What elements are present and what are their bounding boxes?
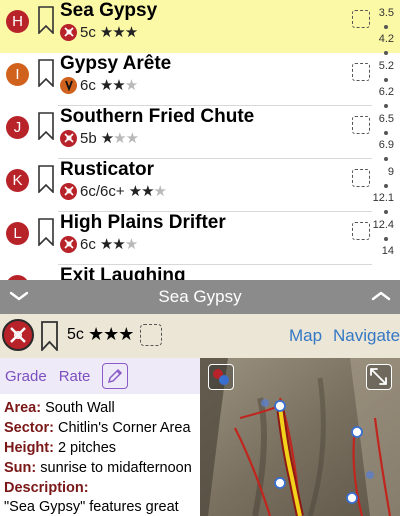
action-bar: Grade Rate [0, 358, 200, 394]
route-row-high-plains-drifter[interactable]: L High Plains Drifter 6c ★★★ [0, 212, 372, 265]
height-label: Height: [4, 440, 54, 456]
height-value: 2 pitches [57, 440, 117, 456]
route-grade: 5c [80, 23, 96, 41]
bookmark-icon[interactable] [38, 165, 54, 193]
trad-route-icon [60, 23, 77, 41]
bookmark-icon[interactable] [38, 112, 54, 140]
route-row-southern-fried-chute[interactable]: J Southern Fried Chute 5b ★★★ [0, 106, 372, 159]
route-grade: 5b [80, 129, 97, 147]
description-label: Description: [4, 480, 89, 496]
bookmark-icon[interactable] [41, 321, 58, 351]
height-field: Height: 2 pitches [0, 438, 200, 458]
sun-field: Sun: sunrise to midafternoon [0, 458, 200, 478]
description-text: "Sea Gypsy" features great climbing and … [4, 499, 179, 515]
index-dot [384, 237, 388, 241]
index-label: 5.2 [378, 60, 394, 72]
route-row-gypsy-arete[interactable]: I Gypsy Arête 6c ★★★ [0, 53, 372, 106]
tick-checkbox[interactable] [140, 324, 162, 346]
expand-icon[interactable] [366, 364, 392, 390]
description-field: Description: [0, 478, 200, 498]
panel-title-bar: Sea Gypsy [0, 280, 400, 314]
index-dot [384, 210, 388, 214]
route-list: H Sea Gypsy 5c ★★★ I Gypsy Arête 6c ★★★ … [0, 0, 400, 280]
route-letter-badge: L [6, 222, 29, 245]
index-label: 12.1 [372, 192, 394, 204]
route-topo-photo[interactable] [200, 358, 400, 516]
index-label: 6.2 [378, 86, 394, 98]
sector-label: Sector: [4, 420, 54, 436]
navigate-link[interactable]: Navigate [333, 326, 400, 346]
sport-route-icon [60, 76, 77, 94]
tick-checkbox[interactable] [352, 169, 370, 187]
index-dot [384, 184, 388, 188]
index-label: 6.9 [378, 139, 394, 151]
route-info: Grade Rate Area: South Wall Sector: Chit… [0, 358, 200, 516]
index-dot [384, 157, 388, 161]
index-label: 3.5 [378, 7, 394, 19]
bookmark-icon[interactable] [38, 218, 54, 246]
star-rating: ★★★ [99, 24, 138, 41]
bookmark-icon[interactable] [38, 6, 54, 34]
index-dot [384, 25, 388, 29]
index-label: 14 [381, 245, 394, 257]
route-letter-badge: J [6, 116, 29, 139]
sun-value: sunrise to midafternoon [40, 460, 192, 476]
trad-route-icon [60, 182, 77, 200]
route-grade: 5c [67, 326, 84, 343]
route-grade: 6c [80, 76, 96, 94]
index-label: 9 [387, 166, 394, 178]
star-rating: ★★★ [88, 324, 134, 344]
sector-value[interactable]: Chitlin's Corner Area [58, 420, 191, 436]
star-rating: ★★★ [99, 77, 138, 94]
index-dot [384, 104, 388, 108]
area-label: Area: [4, 400, 42, 416]
route-letter-badge: I [6, 63, 29, 86]
route-row-exit-laughing[interactable]: Exit Laughing [0, 265, 372, 280]
sun-label: Sun: [4, 460, 37, 476]
bookmark-icon[interactable] [38, 59, 54, 87]
trad-route-icon [60, 129, 77, 147]
distance-index[interactable]: 3.5 4.2 5.2 6.2 6.5 6.9 9 12.1 12.4 14 [372, 0, 400, 280]
star-rating: ★★★ [99, 236, 138, 253]
trad-route-icon [60, 235, 77, 253]
index-label: 12.4 [372, 219, 394, 231]
route-row-sea-gypsy[interactable]: H Sea Gypsy 5c ★★★ [0, 0, 400, 53]
index-dot [384, 78, 388, 82]
route-name: Exit Laughing [60, 265, 186, 280]
chevron-up-icon[interactable] [370, 289, 392, 303]
route-name: High Plains Drifter [60, 212, 226, 233]
star-rating: ★★★ [128, 183, 167, 200]
route-name: Rusticator [60, 159, 154, 180]
route-grade: 6c [80, 235, 96, 253]
tick-checkbox[interactable] [352, 63, 370, 81]
route-letter-badge: K [6, 169, 29, 192]
route-name: Gypsy Arête [60, 53, 172, 74]
route-overlay-toggle-icon[interactable] [208, 364, 234, 390]
route-name: Southern Fried Chute [60, 106, 255, 127]
index-label: 6.5 [378, 113, 394, 125]
trad-route-icon [2, 319, 34, 351]
rate-button[interactable]: Rate [59, 368, 91, 385]
index-dot [384, 131, 388, 135]
route-letter-badge: H [6, 10, 29, 33]
star-rating: ★★★ [100, 130, 139, 147]
map-link[interactable]: Map [289, 326, 322, 346]
route-grade: 6c/6c+ [80, 182, 125, 200]
tick-checkbox[interactable] [352, 10, 370, 28]
route-row-rusticator[interactable]: K Rusticator 6c/6c+ ★★★ [0, 159, 372, 212]
index-dot [384, 51, 388, 55]
tick-checkbox[interactable] [352, 222, 370, 240]
sector-field: Sector: Chitlin's Corner Area [0, 418, 200, 438]
route-name: Sea Gypsy [60, 0, 158, 21]
tick-checkbox[interactable] [352, 116, 370, 134]
grade-button[interactable]: Grade [5, 368, 47, 385]
area-field: Area: South Wall [0, 398, 200, 418]
area-value[interactable]: South Wall [45, 400, 115, 416]
panel-title: Sea Gypsy [158, 287, 242, 306]
edit-icon[interactable] [102, 363, 129, 389]
route-detail-header: 5c ★★★ Map Navigate [0, 314, 400, 358]
index-label: 4.2 [378, 33, 394, 45]
